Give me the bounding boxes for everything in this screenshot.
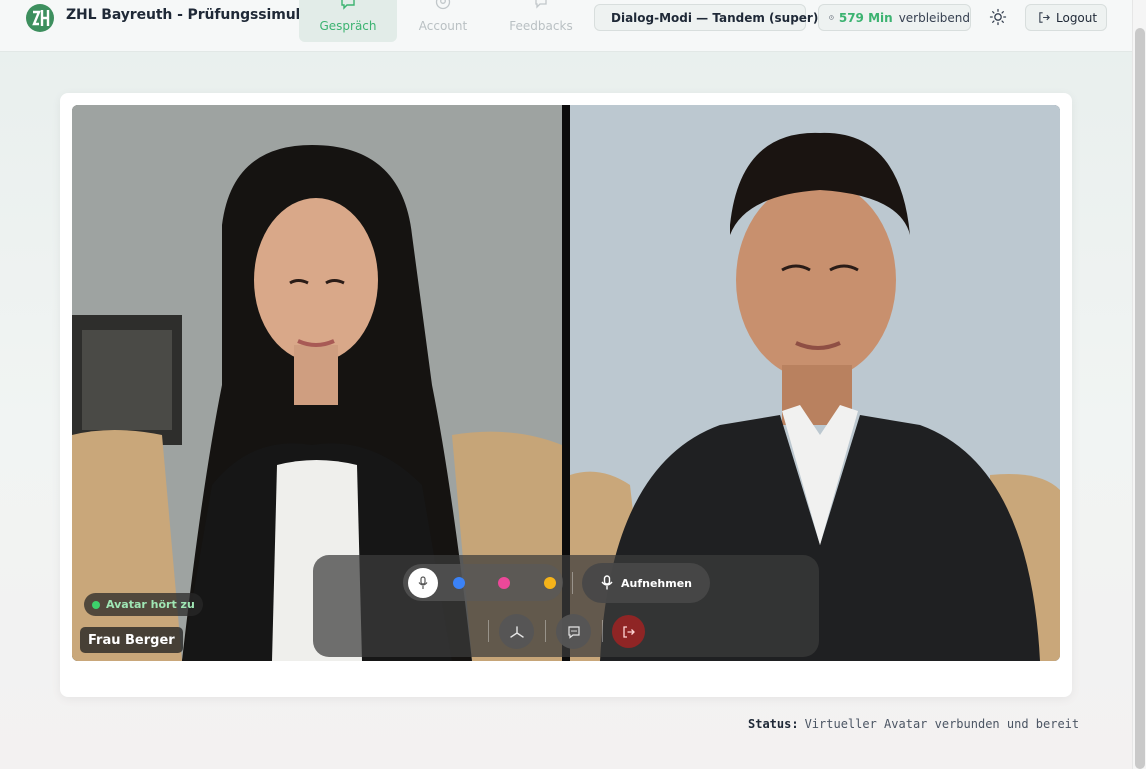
logout-button[interactable]: Logout — [1025, 4, 1107, 31]
tab-feedbacks[interactable]: Feedbacks — [492, 0, 590, 42]
scrollbar-thumb[interactable] — [1135, 28, 1145, 769]
listening-status-text: Avatar hört zu — [106, 598, 195, 611]
end-call-button[interactable] — [612, 615, 645, 648]
tab-gesprach-label: Gespräch — [319, 19, 377, 33]
app-title: ZHL Bayreuth - Prüfungssimulator — [66, 7, 333, 23]
record-button[interactable]: Aufnehmen — [582, 563, 710, 603]
status-text: Virtueller Avatar verbunden und bereit — [804, 717, 1080, 731]
voice-mic-button[interactable] — [408, 568, 438, 598]
logout-icon — [1039, 12, 1050, 23]
clock-icon — [829, 15, 834, 20]
fan-icon — [509, 625, 524, 638]
status-label: Status: — [748, 717, 799, 731]
top-header: ZHL Bayreuth - Prüfungssimulator Gespräc… — [0, 0, 1132, 52]
logout-label: Logout — [1056, 10, 1098, 25]
user-circle-icon — [435, 0, 451, 10]
tab-account[interactable]: Account — [394, 0, 492, 42]
control-divider — [602, 620, 603, 642]
control-divider — [572, 572, 573, 594]
control-divider — [545, 620, 546, 642]
page-scrollbar[interactable] — [1132, 0, 1146, 769]
avatar-listening-badge: Avatar hört zu — [84, 593, 203, 616]
microphone-icon — [601, 575, 613, 590]
tab-feedbacks-label: Feedbacks — [509, 19, 573, 33]
tab-account-label: Account — [418, 19, 468, 33]
control-divider — [488, 620, 489, 642]
sun-icon[interactable] — [989, 8, 1007, 26]
message-square-icon — [567, 625, 580, 639]
voice-option-blue[interactable] — [453, 577, 465, 589]
listening-status-dot — [92, 600, 100, 609]
voice-option-pink[interactable] — [498, 577, 510, 589]
remaining-time-badge: 579 Min verbleibend — [818, 4, 971, 31]
participant-name-label: Frau Berger — [80, 627, 183, 653]
exit-icon — [622, 625, 635, 638]
remaining-suffix: verbleibend — [898, 10, 970, 25]
voice-settings-button[interactable] — [499, 614, 534, 649]
zhl-logo-icon — [26, 4, 54, 32]
microphone-icon — [418, 576, 428, 589]
dialog-mode-label: Dialog-Modi — Tandem (super) — [611, 10, 819, 25]
connection-status: Status: Virtueller Avatar verbunden und b… — [748, 717, 1079, 731]
tab-gesprach[interactable]: Gespräch — [299, 0, 397, 42]
dialog-mode-selector[interactable]: Dialog-Modi — Tandem (super) — [594, 4, 818, 31]
feedback-icon — [535, 0, 547, 9]
chat-toggle-button[interactable] — [556, 614, 591, 649]
voice-option-yellow[interactable] — [544, 577, 556, 589]
record-label: Aufnehmen — [620, 576, 692, 590]
chat-icon — [341, 0, 355, 10]
remaining-minutes: 579 Min — [838, 10, 893, 25]
